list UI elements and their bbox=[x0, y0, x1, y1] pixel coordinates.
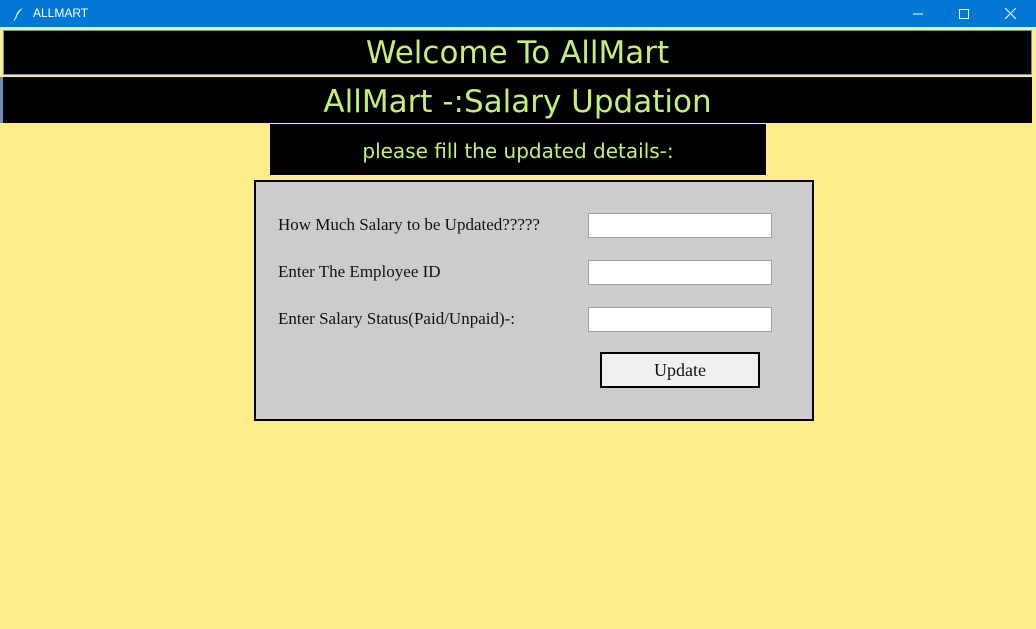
instruction-banner: please fill the updated details-: bbox=[270, 124, 766, 175]
window-title: ALLMART bbox=[33, 6, 89, 20]
update-button[interactable]: Update bbox=[600, 352, 760, 388]
close-button[interactable] bbox=[987, 0, 1033, 27]
title-bar[interactable]: ALLMART bbox=[0, 0, 1036, 27]
minimize-button[interactable] bbox=[895, 0, 941, 27]
content-area: Welcome To AllMart AllMart -:Salary Upda… bbox=[0, 27, 1036, 629]
feather-icon bbox=[12, 6, 26, 21]
app-window: ALLMART Welcome To AllMart AllMart -:Sal… bbox=[0, 0, 1036, 629]
page-title: AllMart -:Salary Updation bbox=[3, 77, 1032, 123]
salary-amount-input[interactable] bbox=[588, 213, 772, 238]
minimize-icon bbox=[913, 9, 923, 19]
maximize-button[interactable] bbox=[941, 0, 987, 27]
salary-amount-label: How Much Salary to be Updated????? bbox=[278, 215, 540, 234]
employee-id-label: Enter The Employee ID bbox=[278, 262, 441, 281]
salary-status-label: Enter Salary Status(Paid/Unpaid)-: bbox=[278, 309, 516, 328]
employee-id-input[interactable] bbox=[588, 260, 772, 285]
maximize-icon bbox=[959, 8, 969, 19]
salary-status-input[interactable] bbox=[588, 307, 772, 332]
close-icon bbox=[1004, 8, 1016, 19]
salary-form: How Much Salary to be Updated????? Enter… bbox=[254, 180, 814, 421]
welcome-banner: Welcome To AllMart bbox=[3, 30, 1032, 75]
